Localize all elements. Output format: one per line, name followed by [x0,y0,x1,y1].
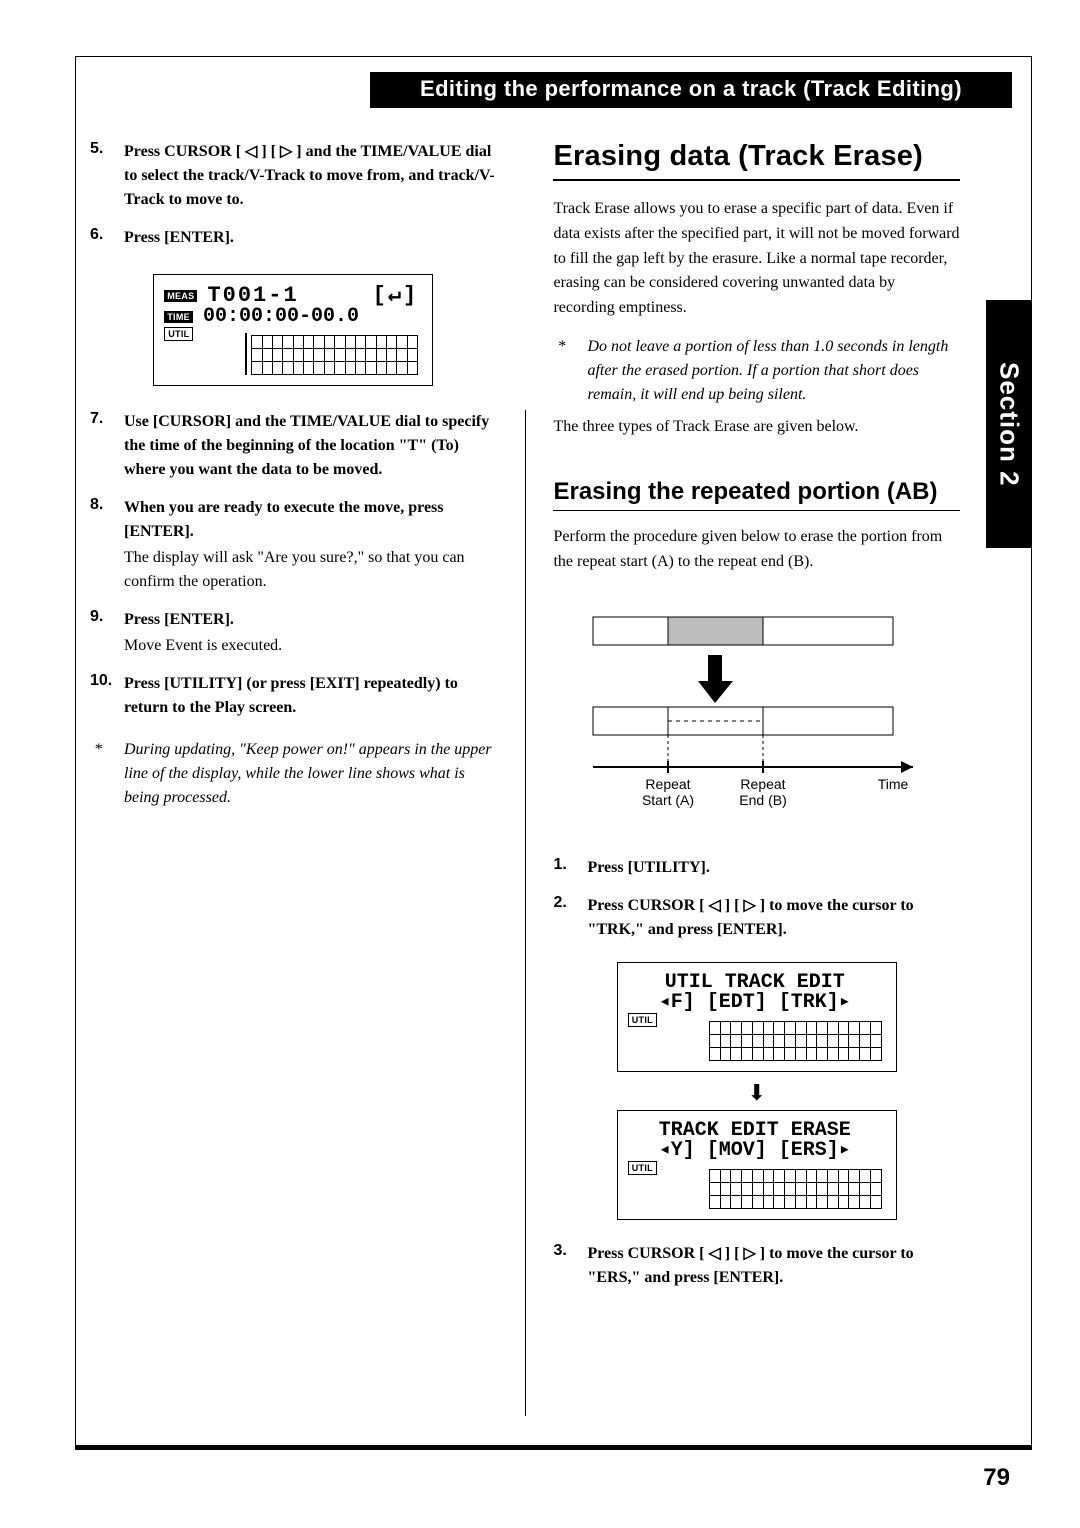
erase-diagram: Repeat Start (A) Repeat End (B) Time [572,606,942,828]
step-text: Press CURSOR [ ◁ ] [ ▷ ] to move the cur… [587,894,960,942]
warning-note: * Do not leave a portion of less than 1.… [553,335,960,407]
svg-text:Repeat: Repeat [740,776,785,792]
step-sub: Move Event is executed. [124,634,497,658]
after-note: The three types of Track Erase are given… [553,415,960,440]
step-1: 1. Press [UTILITY]. [553,856,960,880]
step-text: Press CURSOR [ ◁ ] [ ▷ ] and the TIME/VA… [124,140,497,212]
lcd-grid [709,1169,882,1209]
step-8: 8. When you are ready to execute the mov… [90,496,497,594]
step-5: 5. Press CURSOR [ ◁ ] [ ▷ ] and the TIME… [90,140,497,212]
lcd-grid [245,335,418,375]
step-7: 7. Use [CURSOR] and the TIME/VALUE dial … [90,410,497,482]
step-text: Press [UTILITY]. [587,856,960,880]
lcd-enter-icon: [↵] [373,285,419,307]
step-number: 5. [90,140,124,212]
step-9: 9. Press [ENTER]. Move Event is executed… [90,608,497,658]
step-number: 10. [90,672,124,720]
section-tab: Section 2 [986,300,1032,548]
content-area: 5. Press CURSOR [ ◁ ] [ ▷ ] and the TIME… [90,140,960,1418]
step-3: 3. Press CURSOR [ ◁ ] [ ▷ ] to move the … [553,1242,960,1290]
lcd-label-meas: MEAS [164,290,197,302]
step-text: Press CURSOR [ ◁ ] [ ▷ ] to move the cur… [587,1242,960,1290]
step-text: Use [CURSOR] and the TIME/VALUE dial to … [124,410,497,482]
intro-paragraph: Track Erase allows you to erase a specif… [553,197,960,321]
lcd-line2: ◂Y] [MOV] [ERS]▸ [659,1141,851,1161]
lcd-label-util: UTIL [628,1161,657,1175]
step-6: 6. Press [ENTER]. [90,226,497,250]
step-10: 10. Press [UTILITY] (or press [EXIT] rep… [90,672,497,720]
step-text: Press [ENTER]. [124,226,497,250]
left-column: 5. Press CURSOR [ ◁ ] [ ▷ ] and the TIME… [90,140,507,1418]
step-sub: The display will ask "Are you sure?," so… [124,546,497,594]
svg-text:Start (A): Start (A) [642,792,694,808]
lcd-display: TRACK EDIT ERASE ◂Y] [MOV] [ERS]▸ UTIL [617,1110,897,1220]
lcd-label-util: UTIL [164,327,193,341]
lcd-display: UTIL TRACK EDIT ◂F] [EDT] [TRK]▸ UTIL [617,962,897,1072]
lcd-line2: ◂F] [EDT] [TRK]▸ [659,993,851,1013]
subsection-heading: Erasing the repeated portion (AB) [553,478,960,511]
column-divider [525,410,526,1416]
page-number: 79 [983,1464,1010,1492]
step-number: 8. [90,496,124,594]
step-2: 2. Press CURSOR [ ◁ ] [ ▷ ] to move the … [553,894,960,942]
step-number: 7. [90,410,124,482]
footnote-text: During updating, "Keep power on!" appear… [124,738,497,810]
footnote: * During updating, "Keep power on!" appe… [90,738,497,810]
footer-rule [75,1445,1032,1450]
svg-text:Time: Time [877,776,908,792]
step-number: 2. [553,894,587,942]
lcd-line1: TRACK EDIT ERASE [659,1121,851,1141]
step-number: 9. [90,608,124,658]
warning-text: Do not leave a portion of less than 1.0 … [587,335,960,407]
lcd-label-util: UTIL [628,1013,657,1027]
lcd-label-time: TIME [164,311,193,323]
step-number: 3. [553,1242,587,1290]
right-column: Erasing data (Track Erase) Track Erase a… [543,140,960,1418]
subsection-intro: Perform the procedure given below to era… [553,525,960,575]
lcd-line1: T001-1 [207,285,298,307]
svg-text:Repeat: Repeat [645,776,690,792]
lcd-line2: 00:00:00-00.0 [203,307,359,327]
step-text: Press [ENTER]. [124,608,497,632]
step-number: 6. [90,226,124,250]
step-text: When you are ready to execute the move, … [124,496,497,544]
lcd-line1: UTIL TRACK EDIT [665,973,845,993]
lcd-grid [709,1021,882,1061]
svg-text:End (B): End (B) [739,792,786,808]
step-text: Press [UTILITY] (or press [EXIT] repeate… [124,672,497,720]
down-arrow-icon: ⬇ [748,1082,766,1104]
step-number: 1. [553,856,587,880]
section-heading: Erasing data (Track Erase) [553,140,960,181]
lcd-display: MEAS T001-1 [↵] TIME 00:00:00-00.0 UTIL [153,274,433,386]
